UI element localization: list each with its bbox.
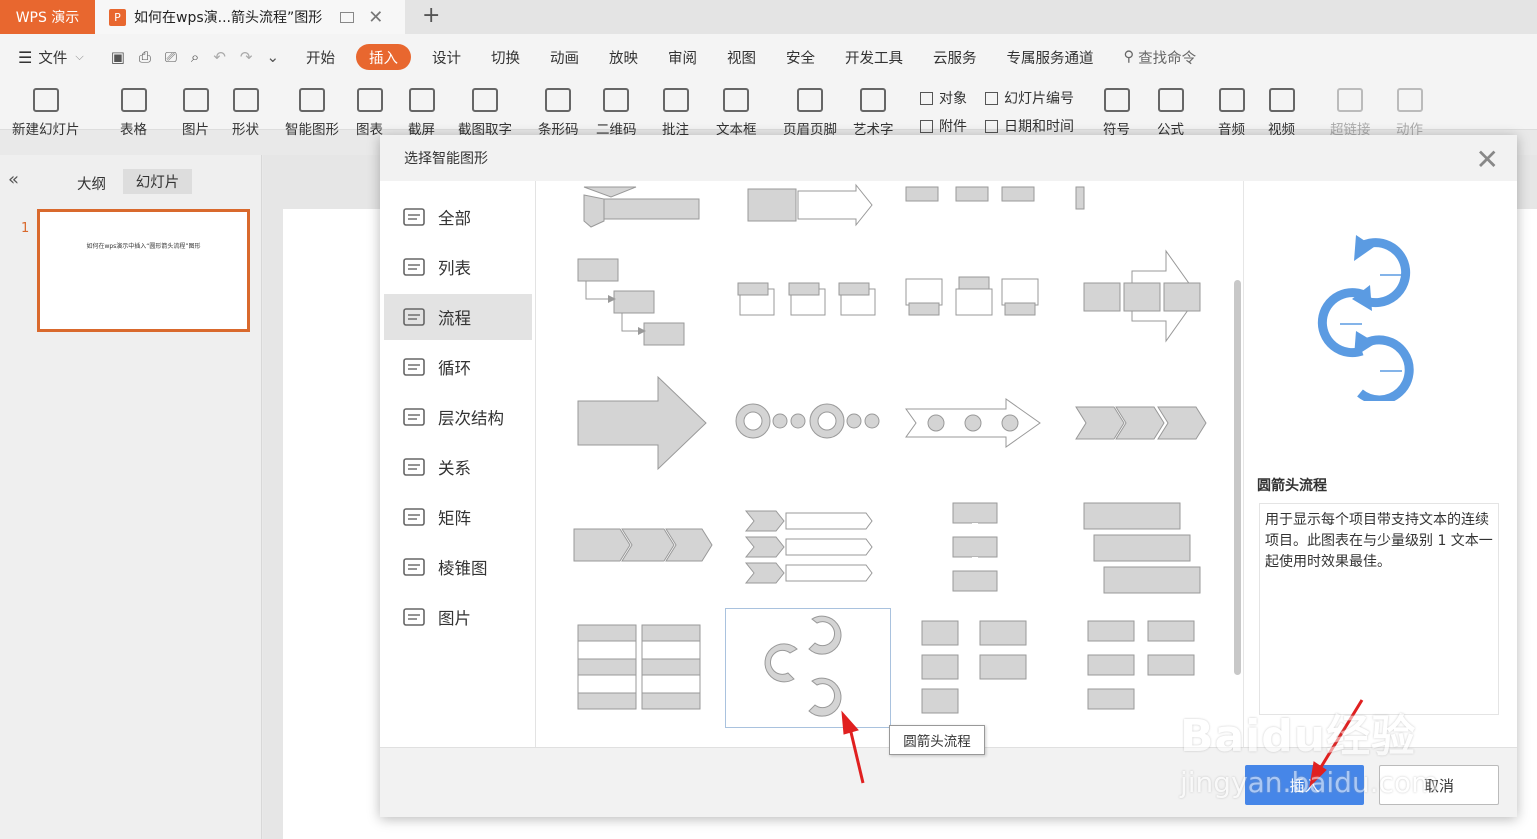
watermark-url: jingyan.baidu.com <box>1180 766 1439 799</box>
baidu-watermark: Baidu经验 jingyan.baidu.com <box>1180 700 1480 810</box>
watermark-brand: Baidu经验 <box>1180 711 1417 762</box>
